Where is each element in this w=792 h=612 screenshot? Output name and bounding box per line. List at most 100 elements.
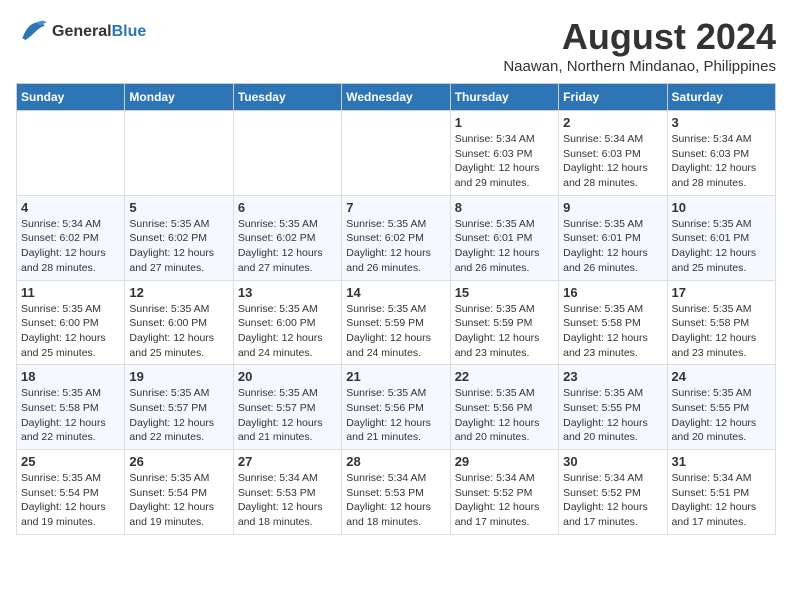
calendar-header: SundayMondayTuesdayWednesdayThursdayFrid… (17, 84, 776, 111)
day-info: Sunrise: 5:35 AMSunset: 5:57 PMDaylight:… (129, 386, 228, 445)
day-number: 9 (563, 200, 662, 215)
day-number: 22 (455, 369, 554, 384)
calendar-cell: 6Sunrise: 5:35 AMSunset: 6:02 PMDaylight… (233, 195, 341, 280)
weekday-header-thursday: Thursday (450, 84, 558, 111)
weekday-header-monday: Monday (125, 84, 233, 111)
weekday-header-wednesday: Wednesday (342, 84, 450, 111)
day-info: Sunrise: 5:34 AMSunset: 6:03 PMDaylight:… (672, 132, 771, 191)
day-info: Sunrise: 5:34 AMSunset: 5:52 PMDaylight:… (563, 471, 662, 530)
day-number: 25 (21, 454, 120, 469)
weekday-header-friday: Friday (559, 84, 667, 111)
calendar-cell: 26 Sunrise: 5:35 AMSunset: 5:54 PMDayligh… (125, 450, 233, 535)
day-info: Sunrise: 5:35 AMSunset: 6:02 PMDaylight:… (238, 217, 337, 276)
day-number: 3 (672, 115, 771, 130)
day-number: 31 (672, 454, 771, 469)
day-number: 23 (563, 369, 662, 384)
week-row-2: 4Sunrise: 5:34 AMSunset: 6:02 PMDaylight… (17, 195, 776, 280)
page-subtitle: Naawan, Northern Mindanao, Philippines (503, 58, 776, 75)
day-info: Sunrise: 5:35 AMSunset: 6:01 PMDaylight:… (672, 217, 771, 276)
calendar-cell: 28 Sunrise: 5:34 AMSunset: 5:53 PMDayligh… (342, 450, 450, 535)
day-info: Sunrise: 5:34 AMSunset: 5:53 PMDaylight:… (346, 471, 445, 530)
day-info: Sunrise: 5:34 AMSunset: 6:03 PMDaylight:… (563, 132, 662, 191)
page-title: August 2024 (503, 16, 776, 58)
logo: GeneralBlue (16, 16, 146, 48)
day-info: Sunrise: 5:35 AMSunset: 5:55 PMDaylight:… (563, 386, 662, 445)
week-row-1: 1 Sunrise: 5:34 AMSunset: 6:03 PMDaylight… (17, 111, 776, 196)
day-number: 24 (672, 369, 771, 384)
calendar-cell: 24 Sunrise: 5:35 AMSunset: 5:55 PMDayligh… (667, 365, 775, 450)
calendar-cell: 16Sunrise: 5:35 AMSunset: 5:58 PMDayligh… (559, 280, 667, 365)
day-info: Sunrise: 5:35 AMSunset: 6:01 PMDaylight:… (563, 217, 662, 276)
calendar-cell (17, 111, 125, 196)
calendar-cell: 17Sunrise: 5:35 AMSunset: 5:58 PMDayligh… (667, 280, 775, 365)
calendar-cell: 18 Sunrise: 5:35 AMSunset: 5:58 PMDayligh… (17, 365, 125, 450)
calendar-cell (233, 111, 341, 196)
day-number: 2 (563, 115, 662, 130)
day-number: 5 (129, 200, 228, 215)
day-info: Sunrise: 5:34 AMSunset: 5:51 PMDaylight:… (672, 471, 771, 530)
calendar-cell: 22 Sunrise: 5:35 AMSunset: 5:56 PMDayligh… (450, 365, 558, 450)
day-number: 19 (129, 369, 228, 384)
day-info: Sunrise: 5:35 AMSunset: 5:59 PMDaylight:… (455, 302, 554, 361)
day-number: 30 (563, 454, 662, 469)
calendar-cell: 21 Sunrise: 5:35 AMSunset: 5:56 PMDayligh… (342, 365, 450, 450)
weekday-header-tuesday: Tuesday (233, 84, 341, 111)
day-number: 11 (21, 285, 120, 300)
day-number: 7 (346, 200, 445, 215)
calendar-table: SundayMondayTuesdayWednesdayThursdayFrid… (16, 83, 776, 535)
title-block: August 2024 Naawan, Northern Mindanao, P… (503, 16, 776, 75)
day-info: Sunrise: 5:35 AMSunset: 5:55 PMDaylight:… (672, 386, 771, 445)
day-info: Sunrise: 5:34 AMSunset: 5:53 PMDaylight:… (238, 471, 337, 530)
calendar-cell: 3 Sunrise: 5:34 AMSunset: 6:03 PMDaylight… (667, 111, 775, 196)
day-info: Sunrise: 5:35 AMSunset: 6:00 PMDaylight:… (238, 302, 337, 361)
calendar-body: 1 Sunrise: 5:34 AMSunset: 6:03 PMDaylight… (17, 111, 776, 535)
calendar-cell: 7 Sunrise: 5:35 AMSunset: 6:02 PMDaylight… (342, 195, 450, 280)
day-info: Sunrise: 5:35 AMSunset: 6:00 PMDaylight:… (129, 302, 228, 361)
calendar-cell: 14Sunrise: 5:35 AMSunset: 5:59 PMDayligh… (342, 280, 450, 365)
day-info: Sunrise: 5:35 AMSunset: 6:01 PMDaylight:… (455, 217, 554, 276)
page-header: GeneralBlue August 2024 Naawan, Northern… (16, 16, 776, 75)
day-number: 26 (129, 454, 228, 469)
calendar-cell (342, 111, 450, 196)
calendar-cell: 8 Sunrise: 5:35 AMSunset: 6:01 PMDaylight… (450, 195, 558, 280)
calendar-cell: 25Sunrise: 5:35 AMSunset: 5:54 PMDayligh… (17, 450, 125, 535)
day-info: Sunrise: 5:35 AMSunset: 5:59 PMDaylight:… (346, 302, 445, 361)
calendar-cell: 10 Sunrise: 5:35 AMSunset: 6:01 PMDayligh… (667, 195, 775, 280)
day-number: 21 (346, 369, 445, 384)
calendar-cell (125, 111, 233, 196)
day-number: 13 (238, 285, 337, 300)
day-info: Sunrise: 5:35 AMSunset: 6:02 PMDaylight:… (346, 217, 445, 276)
logo-text: GeneralBlue (52, 23, 146, 41)
day-info: Sunrise: 5:35 AMSunset: 5:57 PMDaylight:… (238, 386, 337, 445)
calendar-cell: 15 Sunrise: 5:35 AMSunset: 5:59 PMDayligh… (450, 280, 558, 365)
calendar-cell: 12Sunrise: 5:35 AMSunset: 6:00 PMDayligh… (125, 280, 233, 365)
day-info: Sunrise: 5:35 AMSunset: 6:02 PMDaylight:… (129, 217, 228, 276)
day-number: 28 (346, 454, 445, 469)
day-number: 4 (21, 200, 120, 215)
calendar-cell: 23 Sunrise: 5:35 AMSunset: 5:55 PMDayligh… (559, 365, 667, 450)
calendar-cell: 13 Sunrise: 5:35 AMSunset: 6:00 PMDayligh… (233, 280, 341, 365)
day-info: Sunrise: 5:35 AMSunset: 5:56 PMDaylight:… (455, 386, 554, 445)
day-number: 27 (238, 454, 337, 469)
calendar-cell: 4Sunrise: 5:34 AMSunset: 6:02 PMDaylight… (17, 195, 125, 280)
day-number: 10 (672, 200, 771, 215)
day-number: 29 (455, 454, 554, 469)
calendar-cell: 1Sunrise: 5:34 AMSunset: 6:03 PMDaylight… (450, 111, 558, 196)
day-number: 15 (455, 285, 554, 300)
logo-icon (16, 16, 48, 48)
weekday-header-saturday: Saturday (667, 84, 775, 111)
day-info: Sunrise: 5:35 AMSunset: 5:58 PMDaylight:… (21, 386, 120, 445)
day-info: Sunrise: 5:35 AMSunset: 5:54 PMDaylight:… (129, 471, 228, 530)
day-number: 1 (455, 115, 554, 130)
day-info: Sunrise: 5:35 AMSunset: 6:00 PMDaylight:… (21, 302, 120, 361)
calendar-cell: 27 Sunrise: 5:34 AMSunset: 5:53 PMDayligh… (233, 450, 341, 535)
week-row-4: 18 Sunrise: 5:35 AMSunset: 5:58 PMDayligh… (17, 365, 776, 450)
day-info: Sunrise: 5:35 AMSunset: 5:56 PMDaylight:… (346, 386, 445, 445)
calendar-cell: 9 Sunrise: 5:35 AMSunset: 6:01 PMDaylight… (559, 195, 667, 280)
day-number: 8 (455, 200, 554, 215)
day-number: 16 (563, 285, 662, 300)
calendar-cell: 2 Sunrise: 5:34 AMSunset: 6:03 PMDaylight… (559, 111, 667, 196)
calendar-cell: 29Sunrise: 5:34 AMSunset: 5:52 PMDayligh… (450, 450, 558, 535)
day-number: 18 (21, 369, 120, 384)
calendar-cell: 30 Sunrise: 5:34 AMSunset: 5:52 PMDayligh… (559, 450, 667, 535)
